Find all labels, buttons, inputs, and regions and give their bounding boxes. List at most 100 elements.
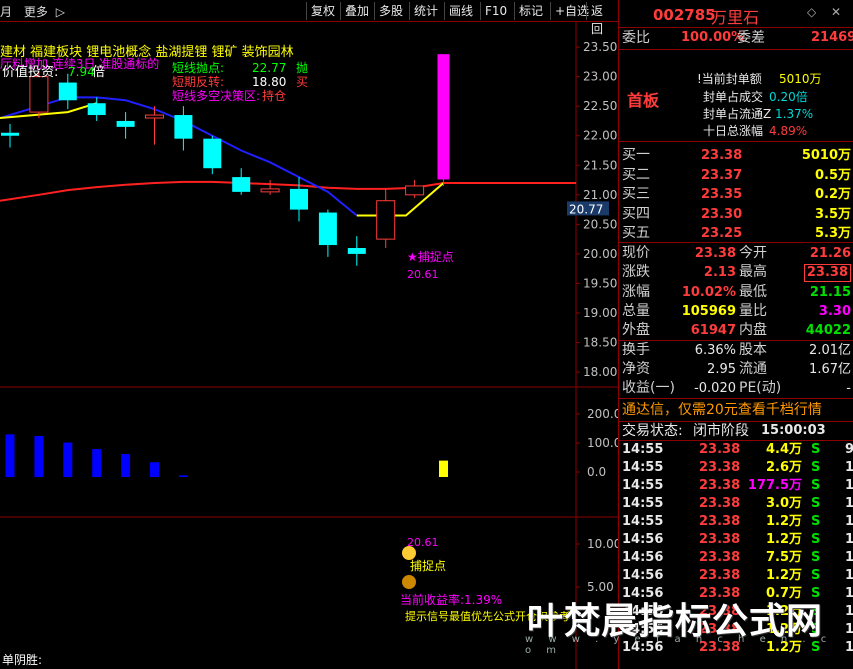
trade-time: 14:56 (622, 604, 664, 619)
toolbar-button-8[interactable]: 返回 (586, 2, 618, 36)
more-arrow-icon[interactable]: ▷ (56, 5, 65, 19)
quote-value: 23.38 (803, 264, 851, 283)
trade-row: 14:55 23.38 3.0万 S 1 (619, 495, 853, 513)
candle[interactable] (318, 209, 337, 257)
trade-side: S (811, 550, 821, 565)
toolbar-button-3[interactable]: 统计 (409, 2, 442, 20)
candle[interactable] (116, 112, 135, 139)
quote-row: 涨幅 10.02% 最低 21.15 (619, 283, 853, 302)
volume-bar (5, 434, 15, 477)
candle[interactable] (1, 123, 19, 148)
trade-volume: 0.7万 (765, 586, 802, 601)
trade-row: 14:56 23.38 1.2万 S 1 (619, 531, 853, 549)
trade-status-value: 闭市阶段 (693, 423, 749, 439)
buy-level-row: 买二 23.37 0.5万 (619, 166, 853, 185)
promo-text: 通达信，仅需20元查看千档行情 (622, 402, 822, 418)
candle[interactable] (174, 106, 193, 151)
fundamental-row: 净资 2.95 流通 1.67亿 (619, 360, 853, 379)
candle[interactable] (260, 180, 280, 195)
toolbar-button-5[interactable]: F10 (480, 2, 511, 20)
trade-time: 14:56 (622, 622, 664, 637)
candle[interactable] (87, 97, 106, 121)
trade-count: 1 (845, 568, 853, 583)
signal-value: 18.80 (252, 75, 286, 89)
buy-level-volume: 0.2万 (814, 187, 851, 202)
diamond-icon[interactable]: ◇ (807, 5, 816, 19)
buy-level-row: 买四 23.30 3.5万 (619, 205, 853, 224)
trade-side: S (811, 604, 821, 619)
buy-level-price: 23.38 (701, 148, 743, 163)
y-tick-label: 0.0 (587, 465, 606, 479)
quote-label: 涨幅 (622, 283, 650, 300)
candle[interactable] (232, 168, 251, 195)
order-diff-label: 委差 (737, 30, 765, 46)
trade-side: S (811, 622, 821, 637)
quote-value: 21.15 (809, 284, 851, 300)
buy-level-volume: 0.5万 (814, 167, 851, 183)
trade-count: 1 (845, 532, 853, 547)
trade-row: 14:56 23.38 1.2万 S 1 (619, 567, 853, 585)
candle[interactable] (376, 188, 396, 248)
trade-volume: 1.2万 (765, 604, 802, 619)
volume-bar (34, 436, 44, 477)
candle-body (116, 120, 135, 127)
candle[interactable] (58, 73, 77, 110)
quote-value: 105969 (681, 303, 736, 319)
quote-panel: 002785 万里石 ◇ ✕ 委比 100.00% 委差 21469 首板 !当前… (618, 0, 853, 669)
period-label[interactable]: 月 (0, 5, 12, 19)
seal-row: 封单占流通Z 1.37% (619, 105, 853, 123)
y-tick-label: 21.50 (583, 158, 617, 172)
candle[interactable] (203, 135, 222, 175)
volume-bar (439, 460, 448, 477)
quote-label: 外盘 (622, 322, 650, 339)
toolbar-button-1[interactable]: 叠加 (340, 2, 373, 20)
signal-label: 短线抛点: (172, 60, 224, 75)
trade-count: 1 (845, 514, 853, 529)
trade-side: S (811, 460, 821, 475)
candle[interactable] (290, 177, 308, 222)
stock-header: 002785 万里石 ◇ ✕ (619, 2, 853, 27)
trade-price: 23.38 (699, 622, 741, 637)
quote-label: 涨跌 (622, 264, 650, 281)
y-tick-label: 20.00 (583, 247, 617, 261)
buy-level-price: 23.35 (701, 187, 743, 202)
trade-count: 1 (845, 496, 853, 511)
seal-label: 十日总涨幅 (703, 124, 764, 138)
candle[interactable] (347, 236, 366, 266)
volume-bar (178, 475, 188, 477)
quote-label: 最高 (739, 264, 767, 281)
toolbar-button-4[interactable]: 画线 (444, 2, 477, 20)
candle[interactable] (405, 180, 425, 198)
y-tick-label: 23.50 (583, 40, 617, 54)
y-tick-label: 200.0 (587, 407, 618, 421)
trade-status-label: 交易状态: (622, 423, 683, 439)
toolbar-button-6[interactable]: 标记 (514, 2, 547, 20)
toolbar-button-0[interactable]: 复权 (306, 2, 339, 20)
fundamental-value: -0.020 (694, 381, 736, 396)
toolbar-left: 月 更多 ▷ (0, 3, 65, 20)
trade-volume: 3.0万 (765, 496, 802, 511)
indicator-hint-label: 提示信号最值优先公式开仓仅参考 (405, 609, 570, 623)
buy-level-label: 买三 (622, 186, 650, 202)
emoji-face-icon (402, 546, 416, 560)
trade-count: 1 (845, 640, 853, 655)
trade-count: 1 (845, 604, 853, 619)
candle[interactable] (437, 54, 450, 186)
toolbar-button-2[interactable]: 多股 (374, 2, 407, 20)
trade-status-row: 交易状态: 闭市阶段 15:00:03 (619, 422, 853, 440)
promo-banner[interactable]: 通达信，仅需20元查看千档行情 (619, 401, 853, 419)
value-investing-pct: 7.94 (68, 65, 95, 79)
trade-row: 14:56 23.38 1.2万 S 1 (619, 621, 853, 639)
more-menu[interactable]: 更多 (24, 5, 48, 19)
kline-chart[interactable]: 23.50 23.00 22.50 22.00 21.50 21.00 20.50 20.00… (0, 22, 621, 669)
seal-row: 十日总涨幅 4.89% (619, 122, 853, 140)
seal-label: 封单占流通Z (703, 107, 772, 121)
close-icon[interactable]: ✕ (831, 5, 841, 19)
buy-level-label: 买四 (622, 205, 650, 222)
candle-body (347, 248, 366, 254)
buy-level-volume: 5010万 (801, 148, 851, 163)
fundamental-value: - (846, 381, 851, 396)
y-tick-label: 23.00 (583, 70, 617, 84)
seal-label: 封单占成交 (703, 90, 764, 104)
y-tick-label: 21.00 (583, 188, 617, 202)
